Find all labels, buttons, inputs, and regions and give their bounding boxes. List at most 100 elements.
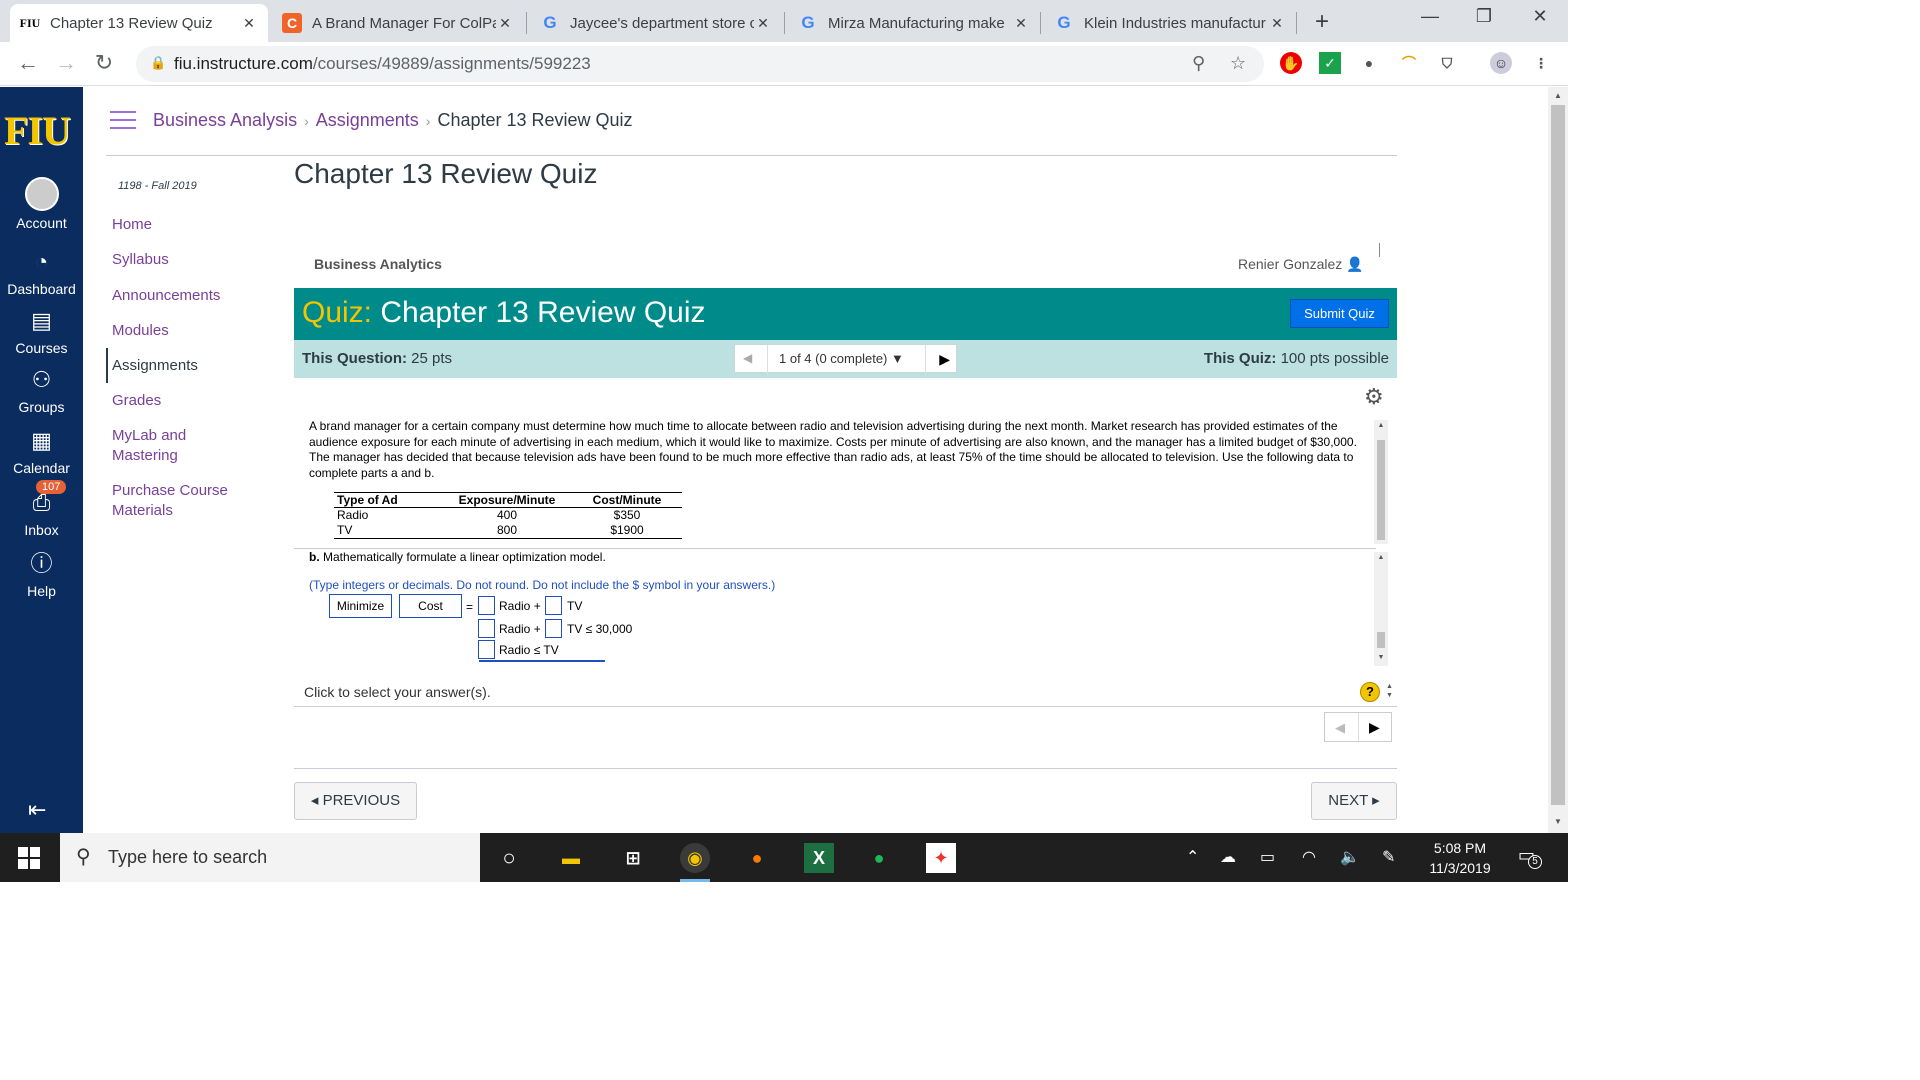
question-text-scrollbar[interactable]: ▲ bbox=[1374, 420, 1388, 544]
question-navigator[interactable]: ◀ 1 of 4 (0 complete) ▼ ▶ bbox=[734, 344, 957, 374]
store-icon[interactable]: ⊞ bbox=[618, 843, 648, 873]
onedrive-icon[interactable]: ☁ bbox=[1220, 847, 1236, 867]
global-nav-courses[interactable]: ▤ Courses bbox=[0, 304, 83, 356]
global-nav-groups[interactable]: ⚇ Groups bbox=[0, 363, 83, 415]
taskbar-clock[interactable]: 5:08 PM 11/3/2019 bbox=[1418, 838, 1502, 878]
global-nav-calendar[interactable]: ▦ Calendar bbox=[0, 424, 83, 476]
breadcrumb-assignments-link[interactable]: Assignments bbox=[316, 110, 419, 130]
objective-tv-coef-input[interactable] bbox=[545, 596, 562, 615]
help-question-icon[interactable]: ? bbox=[1360, 682, 1380, 702]
chrome-menu-icon[interactable]: ⋮ bbox=[1530, 52, 1552, 74]
rainbow-extension-icon[interactable]: ⌒ bbox=[1398, 52, 1420, 74]
tab-chapter-13-review-quiz[interactable]: FIU Chapter 13 Review Quiz ✕ bbox=[10, 4, 268, 42]
ratio-radio-coef-input[interactable] bbox=[478, 640, 495, 659]
submit-quiz-button[interactable]: Submit Quiz bbox=[1290, 299, 1389, 328]
objective-radio-coef-input[interactable] bbox=[478, 596, 495, 615]
new-tab-button[interactable]: + bbox=[1310, 8, 1334, 36]
tab-klein-industries[interactable]: G Klein Industries manufactur ✕ bbox=[1044, 4, 1296, 42]
pager-prev-icon[interactable]: ◀ bbox=[1335, 720, 1345, 736]
previous-button[interactable]: ◂ PREVIOUS bbox=[294, 782, 417, 820]
this-question-points: This Question: 25 pts bbox=[302, 350, 453, 367]
close-window-icon[interactable]: ✕ bbox=[1520, 6, 1560, 27]
wifi-icon[interactable]: ◠ bbox=[1302, 847, 1316, 867]
course-nav-purchase-materials[interactable]: Purchase Course Materials bbox=[112, 481, 252, 521]
global-nav-help[interactable]: ⓘ Help bbox=[0, 547, 83, 599]
breadcrumb-separator-icon: › bbox=[304, 113, 309, 129]
battery-icon[interactable]: ▭ bbox=[1260, 847, 1275, 867]
user-icon: 👤 bbox=[1346, 256, 1364, 272]
fiu-logo[interactable]: FIU bbox=[4, 107, 71, 154]
adblock-extension-icon[interactable]: ✋ bbox=[1280, 52, 1302, 74]
app-icon[interactable]: ✦ bbox=[926, 843, 956, 873]
address-bar[interactable]: 🔒 fiu.instructure.com/courses/49889/assi… bbox=[136, 46, 1264, 82]
next-question-icon[interactable]: ▶ bbox=[939, 351, 950, 368]
pager-next-icon[interactable]: ▶ bbox=[1369, 719, 1380, 736]
quiz-course-name: Business Analytics bbox=[314, 256, 442, 272]
header-divider bbox=[106, 155, 1397, 156]
cortana-icon[interactable]: ○ bbox=[494, 843, 524, 873]
close-tab-icon[interactable]: ✕ bbox=[240, 15, 258, 32]
forward-icon[interactable]: → bbox=[52, 50, 80, 76]
chrome-icon[interactable]: ◉ bbox=[680, 843, 710, 882]
objective-name-dropdown[interactable]: Cost bbox=[399, 594, 462, 618]
collapse-nav-icon[interactable]: ⇤ bbox=[28, 797, 46, 823]
prev-question-icon[interactable]: ◀ bbox=[743, 351, 752, 365]
global-nav-inbox[interactable]: ⎙ 107 Inbox bbox=[0, 480, 83, 538]
volume-icon[interactable]: 🔈 bbox=[1340, 847, 1360, 867]
excel-icon[interactable]: X bbox=[804, 843, 834, 873]
course-nav-syllabus[interactable]: Syllabus bbox=[112, 250, 169, 270]
chegg-favicon-icon: C bbox=[282, 13, 302, 33]
course-nav-assignments[interactable]: Assignments bbox=[112, 356, 198, 376]
firefox-icon[interactable]: ● bbox=[742, 843, 772, 873]
course-nav-announcements[interactable]: Announcements bbox=[112, 286, 220, 306]
url-text: fiu.instructure.com/courses/49889/assign… bbox=[174, 54, 591, 73]
global-nav-dashboard[interactable]: ◔ Dashboard bbox=[0, 245, 83, 297]
course-nav-active-indicator bbox=[106, 348, 108, 383]
next-button[interactable]: NEXT ▸ bbox=[1311, 782, 1397, 820]
course-nav-grades[interactable]: Grades bbox=[112, 391, 161, 411]
close-tab-icon[interactable]: ✕ bbox=[754, 15, 772, 32]
close-tab-icon[interactable]: ✕ bbox=[1012, 15, 1030, 32]
question-panel: A brand manager for a certain company mu… bbox=[294, 416, 1390, 706]
tab-mirza-manufacturing[interactable]: G Mirza Manufacturing make ✕ bbox=[788, 4, 1040, 42]
zoom-icon[interactable]: ⚲ bbox=[1192, 53, 1205, 74]
page-scrollbar[interactable]: ▲ ▼ bbox=[1548, 87, 1568, 833]
help-scroll-arrows-icon[interactable]: ▲ ▼ bbox=[1386, 682, 1393, 700]
course-nav-modules[interactable]: Modules bbox=[112, 321, 169, 341]
tab-jaycees-department-store[interactable]: G Jaycee's department store c ✕ bbox=[530, 4, 782, 42]
circle-extension-icon[interactable]: ● bbox=[1358, 52, 1380, 74]
close-tab-icon[interactable]: ✕ bbox=[496, 15, 514, 32]
restore-icon[interactable]: ❐ bbox=[1464, 6, 1504, 27]
global-nav-account[interactable]: Account bbox=[0, 177, 83, 231]
close-tab-icon[interactable]: ✕ bbox=[1268, 15, 1286, 32]
tray-chevron-icon[interactable]: ⌃ bbox=[1186, 847, 1199, 867]
bookmark-star-icon[interactable]: ☆ bbox=[1230, 53, 1246, 74]
reload-icon[interactable]: ↻ bbox=[90, 50, 118, 76]
windows-start-icon[interactable] bbox=[18, 847, 40, 869]
objective-sense-dropdown[interactable]: Minimize bbox=[329, 594, 392, 618]
profile-avatar-icon[interactable]: ☺ bbox=[1490, 52, 1512, 74]
settings-gear-icon[interactable]: ⚙ bbox=[1364, 384, 1384, 410]
shield-extension-icon[interactable]: ⛉ bbox=[1436, 52, 1458, 74]
check-extension-icon[interactable]: ✓ bbox=[1319, 52, 1341, 74]
course-nav-mylab[interactable]: MyLab and Mastering bbox=[112, 426, 222, 466]
tab-brand-manager[interactable]: C A Brand Manager For ColPa ✕ bbox=[272, 4, 524, 42]
file-explorer-icon[interactable]: ▬ bbox=[556, 843, 586, 873]
radio-le-tv-text: Radio ≤ TV bbox=[499, 643, 559, 657]
taskbar-search-box[interactable]: ⚲ Type here to search bbox=[60, 833, 480, 882]
search-icon: ⚲ bbox=[76, 846, 91, 868]
course-nav-home[interactable]: Home bbox=[112, 215, 152, 235]
breadcrumb-course-link[interactable]: Business Analysis bbox=[153, 110, 297, 130]
notification-center-icon[interactable]: ▭ 5 bbox=[1518, 845, 1542, 869]
budget-radio-coef-input[interactable] bbox=[478, 619, 495, 638]
budget-tv-coef-input[interactable] bbox=[545, 619, 562, 638]
answer-area-scrollbar[interactable]: ▲ ▼ bbox=[1374, 552, 1388, 666]
back-icon[interactable]: ← bbox=[14, 50, 42, 76]
pen-icon[interactable]: ✎ bbox=[1382, 847, 1395, 867]
question-progress-select[interactable]: 1 of 4 (0 complete) ▼ bbox=[779, 351, 904, 366]
spotify-icon[interactable]: ● bbox=[864, 843, 894, 873]
minimize-icon[interactable]: — bbox=[1410, 6, 1450, 27]
hamburger-menu-icon[interactable] bbox=[110, 111, 136, 131]
notification-count-badge: 5 bbox=[1528, 855, 1542, 869]
equals-sign: = bbox=[466, 600, 474, 614]
